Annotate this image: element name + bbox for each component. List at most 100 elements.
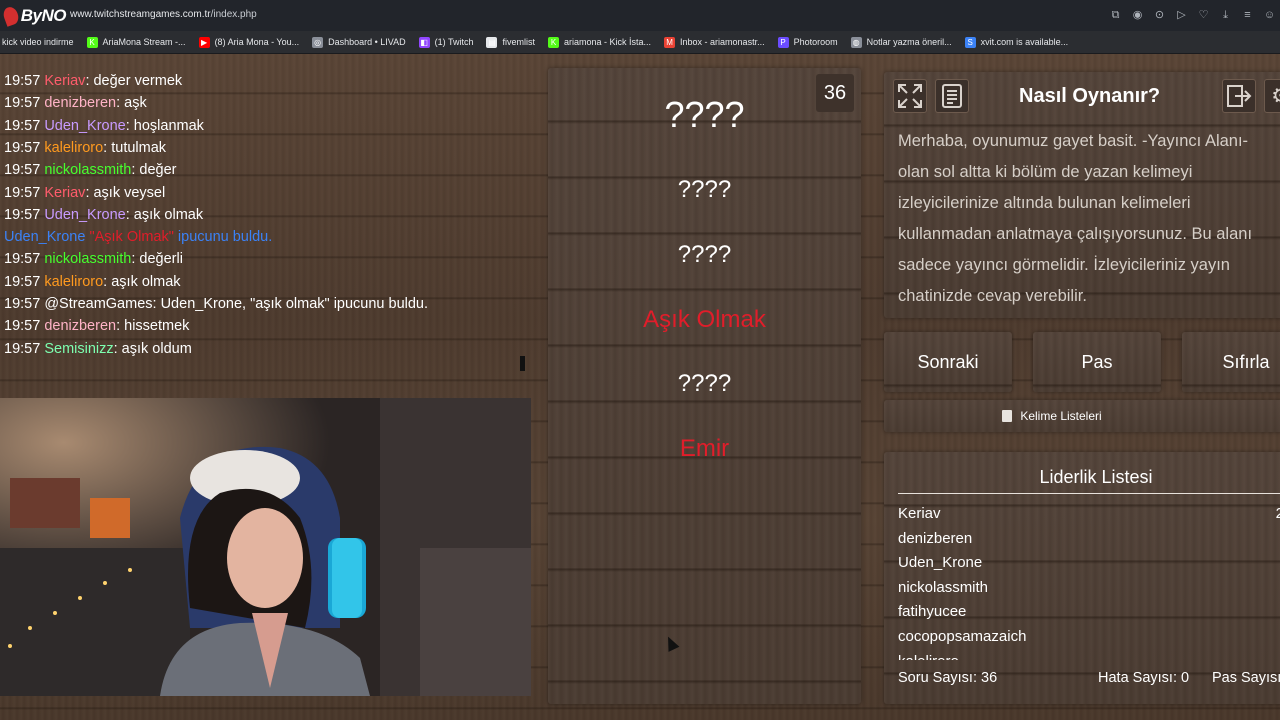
chat-username[interactable]: Keriav (44, 185, 85, 201)
bookmark-label: fivemlist (502, 37, 535, 47)
bookmark-item[interactable]: ▶ (8) Aria Mona - You... (198, 36, 300, 48)
hidden-word: ???? (677, 176, 732, 203)
pass-button[interactable]: Pas (1033, 332, 1161, 392)
record-icon[interactable]: ⊙ (1153, 8, 1166, 22)
chat-username[interactable]: kaleliroro (44, 140, 103, 156)
webcam-feed (0, 398, 531, 696)
chat-username[interactable]: Keriav (44, 74, 85, 89)
chat-timestamp: 19:57 (4, 74, 41, 89)
bookmark-item[interactable]: ◎ Dashboard • LIVAD (312, 36, 406, 48)
chat-timestamp: 19:57 (4, 296, 41, 312)
kick-icon: K (548, 36, 559, 48)
chat-message: 19:57 Semisinizz: aşık oldum (4, 340, 192, 358)
chat-timestamp: 19:57 (4, 117, 41, 134)
heart-icon[interactable]: ♡ (1197, 8, 1210, 22)
chat-username[interactable]: nickolassmith (44, 251, 131, 267)
account-icon[interactable]: ☺ (1263, 8, 1276, 22)
bookmark-item[interactable]: ◍ Notlar yazma öneril... (850, 36, 952, 48)
browser-topbar: ByNO www.twitchstreamgames.com.tr/index.… (0, 0, 1280, 31)
chat-timestamp: 19:57 (4, 184, 41, 201)
notes-button[interactable] (935, 79, 969, 113)
chat-text: : değer (131, 162, 177, 179)
found-word: Emir (679, 435, 730, 462)
help-line: Merhaba, oyunumuz gayet basit. -Yayıncı … (898, 132, 1249, 150)
leaderboard-name: fatihyucee (898, 603, 967, 621)
screenshot-icon[interactable]: ⧉ (1109, 8, 1122, 22)
help-text: Merhaba, oyunumuz gayet basit. -Yayıncı … (898, 126, 1280, 306)
found-word: Aşık Olmak (643, 306, 766, 333)
chat-message: 19:57 nickolassmith: değer (4, 161, 177, 179)
reset-button[interactable]: Sıfırla (1182, 332, 1280, 392)
chat-username[interactable]: denizberen (44, 318, 116, 334)
download-icon[interactable]: ⤓ (1219, 8, 1232, 22)
fullscreen-button[interactable] (893, 79, 927, 113)
document-icon (942, 84, 962, 108)
leaderboard-panel: Liderlik Listesi Keriav 2 denizberen Uden_K… (884, 452, 1280, 704)
bookmark-item[interactable]: ◧ (1) Twitch (418, 36, 474, 48)
logo-text: ByNO (20, 6, 67, 25)
help-line: olan sol altta ki bölüm de yazan kelimey… (898, 163, 1193, 181)
hidden-word: ???? (677, 241, 732, 268)
words-panel: 36 ???????????? Aşık Olmak???? Emir (548, 68, 861, 704)
leaderboard-row: denizberen (898, 527, 1280, 552)
bookmark-label: (1) Twitch (434, 37, 474, 47)
chat-message: 19:57 nickolassmith: değerli (4, 250, 183, 268)
bookmark-item[interactable]: M Inbox - ariamonastr... (664, 36, 765, 48)
chat-username[interactable]: @StreamGames (44, 296, 152, 312)
chat-message: 19:57 kaleliroro: tutulmak (4, 139, 166, 157)
address-bar[interactable]: www.twitchstreamgames.com.tr/index.php (70, 9, 257, 20)
chat-username[interactable]: Uden_Krone (44, 118, 125, 134)
chat-username[interactable]: nickolassmith (44, 162, 131, 178)
camera-icon[interactable]: ◉ (1131, 8, 1144, 22)
word-lists-button[interactable]: Kelime Listeleri (884, 400, 1280, 432)
photoroom-icon: P (777, 36, 789, 48)
settings-button[interactable]: ⚙ (1264, 79, 1280, 113)
chat-text: : hissetmek (116, 318, 190, 335)
leaderboard-divider (898, 493, 1280, 494)
menu-icon[interactable]: ≡ (1241, 8, 1254, 22)
chat-text: ipucunu buldu. (177, 229, 273, 246)
chat-scroll-handle[interactable] (520, 356, 525, 371)
leaderboard-row: cocopopsamazaich (898, 625, 1280, 650)
next-button[interactable]: Sonraki (884, 332, 1012, 392)
logo-mark-icon (1, 5, 21, 27)
bookmark-item[interactable]: P Photoroom (777, 36, 838, 48)
bookmark-item[interactable]: K AriaMona Stream -... (86, 36, 186, 48)
logout-button[interactable] (1222, 79, 1256, 113)
help-title: Nasıl Oynanır? (1019, 85, 1161, 107)
chat-username[interactable]: Semisinizz (44, 341, 113, 357)
chat-text: : değerli (131, 251, 183, 268)
bookmark-item[interactable]: kick video indirme (2, 37, 74, 47)
chat-message: 19:57 denizberen: aşk (4, 94, 147, 112)
domain-icon: S (964, 36, 976, 48)
bookmark-label: Inbox - ariamonastr... (680, 37, 765, 47)
chat-username[interactable]: kaleliroro (44, 274, 103, 290)
chat-overlay: 19:57 Keriav: değer vermek 19:57 denizber… (0, 74, 525, 372)
chat-message: 19:57 Keriav: değer vermek (4, 74, 182, 90)
chat-username[interactable]: Uden_Krone (4, 229, 85, 245)
bookmark-label: AriaMona Stream -... (102, 37, 186, 47)
url-path: /index.php (210, 9, 257, 20)
game-page: 19:57 Keriav: değer vermek 19:57 denizber… (0, 54, 1280, 720)
bookmark-label: ariamona - Kick İsta... (564, 37, 652, 47)
play-icon[interactable]: ▷ (1175, 8, 1188, 22)
bookmark-item[interactable]: Kariamona - Kick İsta... (548, 36, 652, 48)
chat-username[interactable]: denizberen (44, 95, 116, 111)
chat-text: : değer vermek (85, 74, 183, 89)
chat-timestamp: 19:57 (4, 206, 41, 223)
exit-icon (1227, 85, 1252, 107)
page-icon: ▤ (486, 36, 498, 48)
bookmark-label: (8) Aria Mona - You... (214, 37, 300, 47)
leaderboard-name: nickolassmith (898, 578, 989, 596)
chat-username[interactable]: Uden_Krone (44, 207, 125, 223)
leaderboard-list[interactable]: Keriav 2 denizberen Uden_Krone nickolassmith… (898, 502, 1280, 660)
bookmark-item[interactable]: ▤ fivemlist (486, 36, 535, 48)
browser-logo[interactable]: ByNO (1, 3, 67, 29)
chat-timestamp: 19:57 (4, 273, 41, 290)
chat-timestamp: 19:57 (4, 318, 41, 335)
bookmark-item[interactable]: Sxvit.com is available... (964, 36, 1068, 48)
chat-message: 19:57 Uden_Krone: hoşlanmak (4, 117, 204, 135)
chat-timestamp: 19:57 (4, 251, 41, 268)
chat-text: : aşık olmak (103, 273, 181, 290)
chat-timestamp: 19:57 (4, 162, 41, 179)
